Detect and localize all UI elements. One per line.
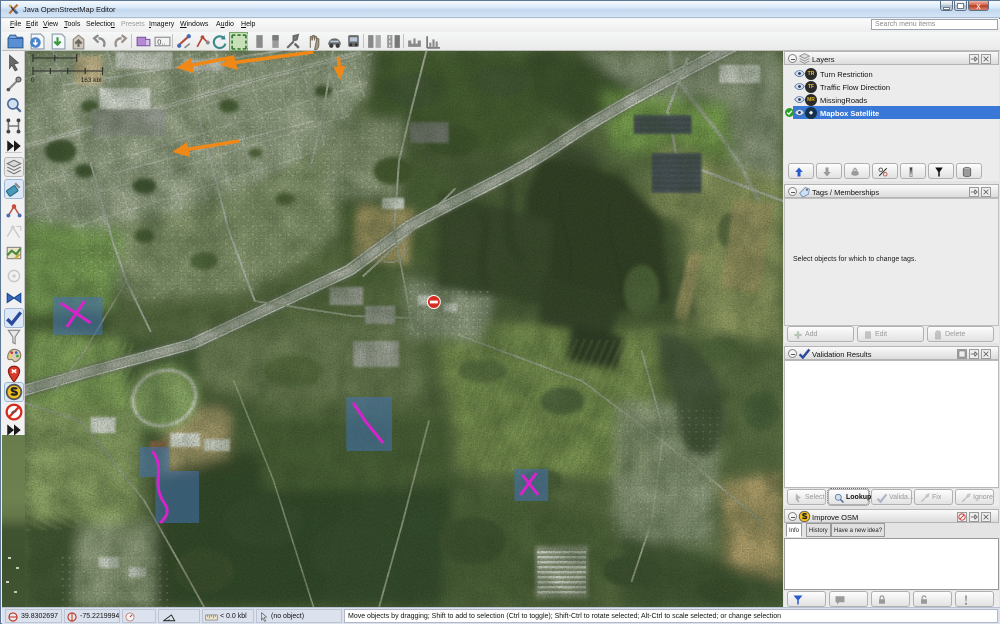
svg-text:0: 0: [31, 77, 35, 84]
svg-text:0..: 0..: [157, 38, 165, 47]
svg-text:163 kbl: 163 kbl: [81, 77, 102, 84]
